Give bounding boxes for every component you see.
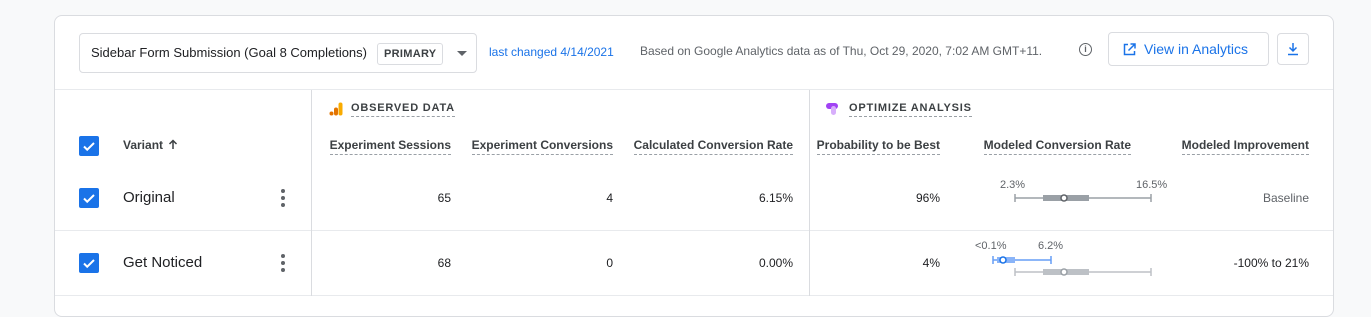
row-divider <box>55 295 1333 296</box>
dropdown-caret-icon <box>457 51 467 56</box>
sessions-column-header[interactable]: Experiment Sessions <box>329 138 451 155</box>
primary-badge: PRIMARY <box>377 43 444 65</box>
modeled-rate-interval-original <box>1014 194 1152 202</box>
modeled-improvement-column-header[interactable]: Modeled Improvement <box>1181 138 1309 155</box>
external-link-icon <box>1123 43 1136 56</box>
probability-best-column-header[interactable]: Probability to be Best <box>816 138 940 155</box>
download-button[interactable] <box>1277 33 1309 65</box>
view-in-analytics-button[interactable]: View in Analytics <box>1108 32 1269 66</box>
ci-low-label: <0.1% <box>975 240 1007 252</box>
column-divider <box>809 90 810 296</box>
row-checkbox-get-noticed[interactable] <box>79 253 99 273</box>
ci-median <box>999 256 1007 264</box>
variant-name: Original <box>123 189 175 206</box>
column-divider <box>311 90 312 296</box>
optimize-analysis-title: OPTIMIZE ANALYSIS <box>849 102 972 117</box>
calculated-rate-value: 0.00% <box>758 256 793 270</box>
more-vert-icon[interactable] <box>280 254 286 272</box>
modeled-rate-column-header[interactable]: Modeled Conversion Rate <box>983 138 1131 155</box>
baseline-median <box>1060 268 1068 276</box>
sessions-value: 65 <box>437 191 451 205</box>
sort-arrow-up-icon <box>169 139 178 149</box>
header-divider <box>55 89 1333 90</box>
observed-data-title: OBSERVED DATA <box>351 102 455 117</box>
last-changed-link[interactable]: last changed 4/14/2021 <box>489 45 614 59</box>
goal-selector[interactable]: Sidebar Form Submission (Goal 8 Completi… <box>79 33 477 73</box>
ci-high-label: 16.5% <box>1136 179 1168 191</box>
conversions-value: 0 <box>606 256 613 270</box>
optimize-icon <box>826 103 838 115</box>
goal-selector-label: Sidebar Form Submission (Goal 8 Completi… <box>91 45 367 60</box>
probability-best-value: 4% <box>922 256 940 270</box>
experiment-report-card: Sidebar Form Submission (Goal 8 Completi… <box>54 15 1334 317</box>
variant-name: Get Noticed <box>123 254 203 271</box>
info-icon[interactable]: i <box>1079 43 1092 56</box>
more-vert-icon[interactable] <box>280 189 286 207</box>
row-divider <box>55 230 1333 231</box>
download-icon <box>1288 43 1298 56</box>
checkbox-checked-icon <box>83 142 95 152</box>
modeled-rate-interval-get-noticed <box>992 256 1152 276</box>
view-in-analytics-label: View in Analytics <box>1144 41 1249 57</box>
checkbox-checked-icon <box>83 194 95 204</box>
analytics-icon <box>329 102 343 116</box>
ci-high-label: 6.2% <box>1038 240 1064 252</box>
modeled-improvement-value: -100% to 21% <box>1233 256 1309 270</box>
variant-header-label: Variant <box>123 138 164 152</box>
probability-best-value: 96% <box>915 191 940 205</box>
ci-median <box>1060 194 1068 202</box>
data-freshness-note: Based on Google Analytics data as of Thu… <box>640 44 1043 58</box>
conversions-column-header[interactable]: Experiment Conversions <box>471 138 613 155</box>
calculated-rate-column-header[interactable]: Calculated Conversion Rate <box>633 138 793 155</box>
sessions-value: 68 <box>437 256 451 270</box>
select-all-checkbox[interactable] <box>79 136 99 156</box>
row-checkbox-original[interactable] <box>79 188 99 208</box>
conversions-value: 4 <box>606 191 613 205</box>
checkbox-checked-icon <box>83 259 95 269</box>
ci-low-label: 2.3% <box>1000 179 1026 191</box>
calculated-rate-value: 6.15% <box>758 191 793 205</box>
modeled-improvement-value: Baseline <box>1262 191 1309 205</box>
variant-column-header[interactable]: Variant <box>123 138 178 152</box>
